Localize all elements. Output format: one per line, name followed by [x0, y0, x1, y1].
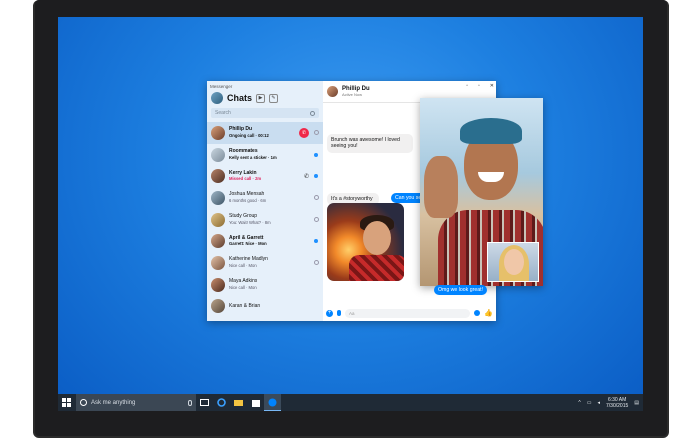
conversation-item[interactable]: Roommates Kelly sent a sticker · 1m [207, 144, 323, 166]
desktop-screen: Messenger Chats ▶ ✎ Search Phillip Du On… [58, 17, 643, 411]
unread-dot-icon [314, 239, 318, 244]
avatar [211, 169, 225, 184]
compose-icon[interactable]: ✎ [269, 93, 279, 103]
conversation-item[interactable]: Joshua Mensah 6 months good · 6m [207, 187, 323, 209]
search-input[interactable]: Search [211, 108, 319, 118]
clock-time: 6:30 AM [607, 396, 627, 403]
conversation-item[interactable]: Kerry Lakin Missed call · 2m ✆ [207, 165, 323, 187]
shared-photo[interactable] [327, 203, 404, 281]
network-icon[interactable]: ▭ [587, 400, 592, 406]
photo-face [363, 221, 391, 255]
conversation-item[interactable]: Study Group You: Wait! What? · 8m [207, 209, 323, 231]
avatar [211, 125, 225, 140]
video-cap [460, 118, 522, 144]
contact-status: Active Now [342, 92, 363, 97]
conversation-item[interactable]: Phillip Du Ongoing call · 00:12 ✆ [207, 122, 323, 144]
messenger-taskbar-icon[interactable] [264, 394, 281, 411]
avatar[interactable] [211, 92, 223, 104]
search-placeholder: Search [215, 110, 231, 116]
microphone-icon[interactable] [188, 399, 192, 406]
pip-face [504, 249, 524, 275]
app-name: Messenger [210, 84, 233, 89]
video-call-window[interactable] [420, 98, 543, 286]
message-incoming: Brunch was awesome! I loved seeing you! [327, 134, 413, 153]
end-call-icon[interactable]: ✆ [299, 127, 309, 138]
start-button[interactable] [58, 394, 74, 411]
conversation-item[interactable]: Katherine Madlyn Nice call · Mon [207, 252, 323, 274]
chevron-up-icon[interactable]: ^ [578, 400, 580, 406]
conversation-preview: Garrett: Nice · Mon [229, 241, 267, 247]
conversation-preview: Ongoing call · 00:12 [229, 132, 269, 138]
conversation-preview: Nice call · Mon [229, 284, 257, 290]
clock-date: 7/30/2015 [606, 402, 629, 409]
self-view-thumbnail[interactable] [487, 242, 539, 282]
conversation-preview: 6 months good · 6m [229, 197, 267, 203]
video-call-icon[interactable]: ▶ [256, 93, 266, 103]
avatar [211, 277, 225, 292]
file-explorer-icon[interactable] [230, 394, 247, 411]
message-composer: + Aa 👍 [323, 305, 496, 321]
notification-icon[interactable]: ▤ [634, 400, 639, 406]
minimize-icon[interactable]: ▫ [466, 83, 468, 89]
avatar [211, 299, 225, 314]
chat-sidebar: Messenger Chats ▶ ✎ Search Phillip Du On… [207, 81, 323, 321]
conversation-item[interactable]: Karan & Brian [207, 296, 323, 318]
task-view-icon[interactable] [196, 394, 213, 411]
sidebar-header: Chats ▶ ✎ [207, 90, 323, 106]
photo-shirt [349, 255, 404, 281]
conversation-preview: Kelly sent a sticker · 1m [229, 154, 277, 160]
system-tray: ^ ▭ ◂ 6:30 AM 7/30/2015 ▤ [578, 397, 643, 409]
windows-logo-icon [61, 398, 71, 407]
clock[interactable]: 6:30 AM 7/30/2015 [606, 397, 628, 409]
conversation-preview: You: Wait! What? · 8m [229, 219, 271, 225]
seen-indicator-icon [314, 260, 319, 266]
conversation-name: Karan & Brian [229, 303, 261, 310]
like-icon[interactable]: 👍 [484, 309, 493, 317]
avatar [211, 190, 225, 205]
seen-indicator-icon [314, 195, 319, 201]
conversation-preview: Nice call · Mon [229, 262, 257, 268]
phone-icon[interactable]: ✆ [304, 173, 309, 180]
add-icon[interactable]: + [326, 309, 333, 317]
microphone-icon[interactable] [337, 310, 341, 316]
conversation-item[interactable]: Maya Adkins Nice call · Mon [207, 274, 323, 296]
avatar [211, 234, 225, 249]
message-input[interactable]: Aa [345, 308, 471, 318]
unread-dot-icon [314, 152, 318, 157]
close-icon[interactable]: ✕ [490, 83, 494, 89]
store-icon[interactable] [247, 394, 264, 411]
avatar [211, 147, 225, 162]
volume-icon[interactable]: ◂ [598, 400, 601, 406]
avatar [211, 212, 225, 227]
cortana-icon [80, 399, 87, 406]
avatar[interactable] [327, 86, 338, 97]
window-controls: ▫ ▫ ✕ [466, 83, 494, 89]
maximize-icon[interactable]: ▫ [478, 83, 480, 89]
seen-indicator-icon [314, 217, 319, 223]
avatar [211, 255, 225, 270]
conversation-item[interactable]: April & Garrett Garrett: Nice · Mon [207, 230, 323, 252]
conversation-preview: Missed call · 2m [229, 176, 262, 182]
edge-browser-icon[interactable] [213, 394, 230, 411]
message-outgoing: Omg we look great! [434, 285, 487, 295]
seen-indicator-icon [314, 130, 319, 136]
unread-dot-icon [314, 174, 318, 179]
emoji-icon[interactable] [474, 310, 481, 316]
sidebar-title: Chats [227, 93, 253, 103]
taskbar-search-placeholder: Ask me anything [91, 399, 136, 406]
taskbar-search[interactable]: Ask me anything [76, 394, 196, 411]
video-hand [424, 156, 458, 218]
search-icon [310, 110, 315, 116]
taskbar: Ask me anything ^ ▭ ◂ 6:30 AM 7/30/2015 … [58, 394, 643, 411]
